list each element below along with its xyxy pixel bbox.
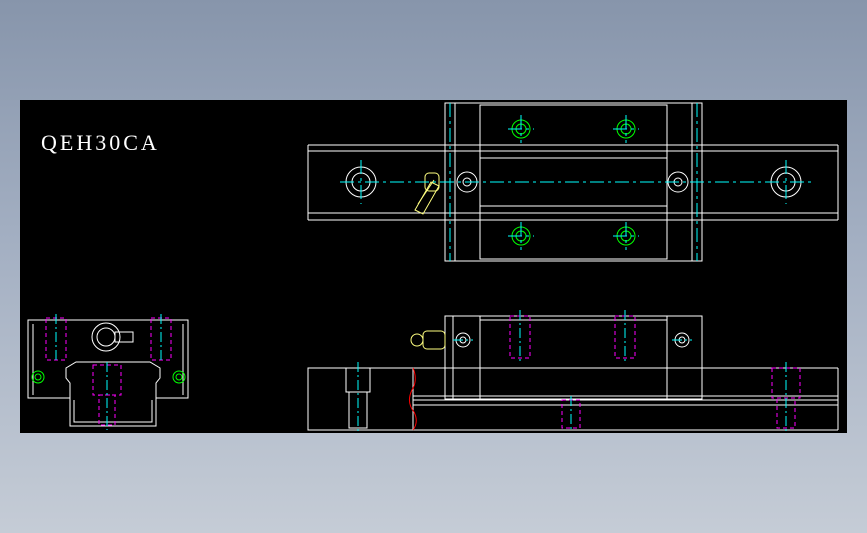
centerlines-side-view xyxy=(357,310,787,432)
grease-fitting-side xyxy=(410,330,446,350)
centerlines-end-view xyxy=(55,314,162,430)
carriage-block-side-view xyxy=(444,315,703,400)
hidden-holes-side-view xyxy=(509,315,801,429)
side-bolts-end-view xyxy=(31,370,186,384)
end-view xyxy=(27,314,189,430)
top-view xyxy=(307,102,839,262)
grease-fitting-top xyxy=(414,172,440,215)
centerlines-top xyxy=(340,103,815,261)
block-profile-end-view xyxy=(27,319,189,399)
cad-drawing-area: QEH30CA xyxy=(20,100,847,433)
side-view xyxy=(307,310,839,432)
grease-nipple-end-view xyxy=(91,322,134,352)
cad-geometry xyxy=(27,102,839,432)
